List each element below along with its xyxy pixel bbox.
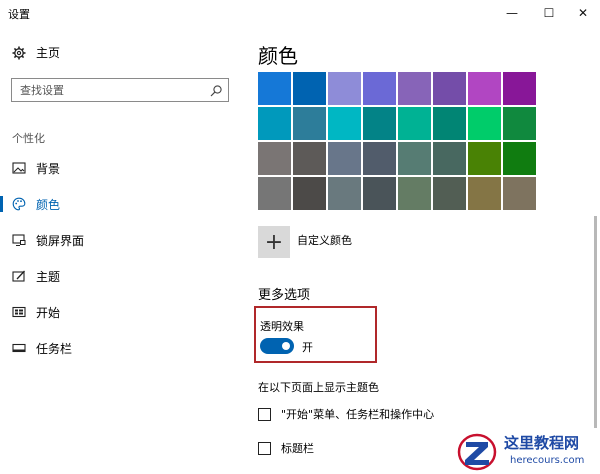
- color-swatch[interactable]: [468, 142, 501, 175]
- sidebar-item-taskbar[interactable]: 任务栏: [0, 330, 242, 366]
- color-swatch[interactable]: [363, 107, 396, 140]
- color-swatch[interactable]: [258, 142, 291, 175]
- color-swatch[interactable]: [468, 72, 501, 105]
- color-swatch[interactable]: [503, 72, 536, 105]
- watermark-domain: herecours.com: [510, 455, 585, 466]
- color-swatch[interactable]: [503, 107, 536, 140]
- sidebar-item-label: 主题: [36, 269, 61, 284]
- color-swatch[interactable]: [363, 142, 396, 175]
- color-swatch[interactable]: [293, 107, 326, 140]
- color-swatch[interactable]: [468, 107, 501, 140]
- transparency-state: 开: [302, 341, 313, 354]
- color-swatch[interactable]: [433, 177, 466, 210]
- color-swatch[interactable]: [293, 142, 326, 175]
- accent-color-grid: [258, 72, 536, 210]
- checkbox[interactable]: [258, 441, 271, 455]
- color-swatch[interactable]: [503, 142, 536, 175]
- toggle-knob: [282, 342, 290, 350]
- checkbox-start-taskbar-action-center[interactable]: "开始"菜单、任务栏和操作中心: [258, 406, 434, 422]
- color-swatch[interactable]: [398, 72, 431, 105]
- picture-icon: [12, 161, 26, 175]
- sidebar: 主页 个性化 背景 颜色 锁屏界面 主题 开始: [0, 26, 242, 474]
- custom-color-button[interactable]: +: [258, 226, 290, 258]
- checkbox-title-bars[interactable]: 标题栏: [258, 440, 314, 456]
- color-swatch[interactable]: [328, 142, 361, 175]
- color-swatch[interactable]: [293, 72, 326, 105]
- transparency-label: 透明效果: [260, 320, 304, 333]
- page-title: 颜色: [258, 44, 298, 68]
- color-swatch[interactable]: [258, 177, 291, 210]
- taskbar-icon: [12, 341, 26, 355]
- plus-icon: +: [264, 229, 284, 255]
- color-swatch[interactable]: [433, 72, 466, 105]
- watermark: 这里教程网 herecours.com: [452, 428, 600, 474]
- search-box[interactable]: [11, 78, 229, 102]
- minimize-icon: —: [506, 6, 518, 20]
- watermark-logo-icon: [457, 433, 497, 471]
- sidebar-item-label: 任务栏: [36, 341, 73, 356]
- window-title: 设置: [8, 8, 30, 21]
- main-content: 颜色 + 自定义颜色 更多选项 透明效果 开 在以下页面上显示主题色 "开始"菜…: [242, 26, 590, 474]
- scrollbar-thumb[interactable]: [594, 216, 597, 456]
- search-icon[interactable]: [209, 83, 223, 97]
- sidebar-item-themes[interactable]: 主题: [0, 258, 242, 294]
- color-swatch[interactable]: [398, 142, 431, 175]
- color-swatch[interactable]: [363, 72, 396, 105]
- sidebar-item-home[interactable]: 主页: [12, 44, 60, 61]
- color-swatch[interactable]: [258, 107, 291, 140]
- color-swatch[interactable]: [468, 177, 501, 210]
- lock-screen-icon: [12, 233, 26, 247]
- maximize-icon: ☐: [543, 6, 555, 20]
- sidebar-item-label: 锁屏界面: [36, 233, 85, 248]
- color-swatch[interactable]: [328, 107, 361, 140]
- color-swatch[interactable]: [328, 72, 361, 105]
- more-options-heading: 更多选项: [258, 288, 311, 303]
- checkbox-label: "开始"菜单、任务栏和操作中心: [281, 408, 435, 421]
- scrollbar[interactable]: [591, 26, 600, 474]
- sidebar-item-label: 颜色: [36, 197, 61, 212]
- sidebar-item-label: 开始: [36, 305, 61, 320]
- custom-color-label[interactable]: 自定义颜色: [297, 232, 352, 248]
- watermark-text: 这里教程网: [504, 434, 580, 452]
- start-icon: [12, 305, 26, 319]
- palette-icon: [12, 197, 26, 211]
- sidebar-item-label: 背景: [36, 161, 61, 176]
- color-swatch[interactable]: [328, 177, 361, 210]
- color-swatch[interactable]: [363, 177, 396, 210]
- checkbox[interactable]: [258, 407, 271, 421]
- title-bar: 设置 — ☐ ✕: [0, 0, 600, 26]
- minimize-button[interactable]: —: [495, 0, 529, 26]
- sidebar-item-colors[interactable]: 颜色: [0, 186, 242, 222]
- checkbox-label: 标题栏: [281, 442, 314, 455]
- gear-icon: [12, 46, 26, 60]
- close-button[interactable]: ✕: [566, 0, 600, 26]
- sidebar-item-label: 主页: [36, 46, 61, 60]
- search-input[interactable]: [12, 79, 202, 101]
- theme-color-heading: 在以下页面上显示主题色: [258, 381, 379, 394]
- sidebar-item-start[interactable]: 开始: [0, 294, 242, 330]
- sidebar-item-background[interactable]: 背景: [0, 150, 242, 186]
- maximize-button[interactable]: ☐: [532, 0, 566, 26]
- color-swatch[interactable]: [398, 107, 431, 140]
- section-label-personalization: 个性化: [12, 132, 45, 145]
- color-swatch[interactable]: [433, 107, 466, 140]
- color-swatch[interactable]: [503, 177, 536, 210]
- color-swatch[interactable]: [293, 177, 326, 210]
- theme-icon: [12, 269, 26, 283]
- sidebar-item-lock-screen[interactable]: 锁屏界面: [0, 222, 242, 258]
- highlight-box: [254, 306, 377, 363]
- close-icon: ✕: [577, 6, 589, 20]
- transparency-toggle[interactable]: [260, 338, 294, 354]
- color-swatch[interactable]: [398, 177, 431, 210]
- color-swatch[interactable]: [433, 142, 466, 175]
- color-swatch[interactable]: [258, 72, 291, 105]
